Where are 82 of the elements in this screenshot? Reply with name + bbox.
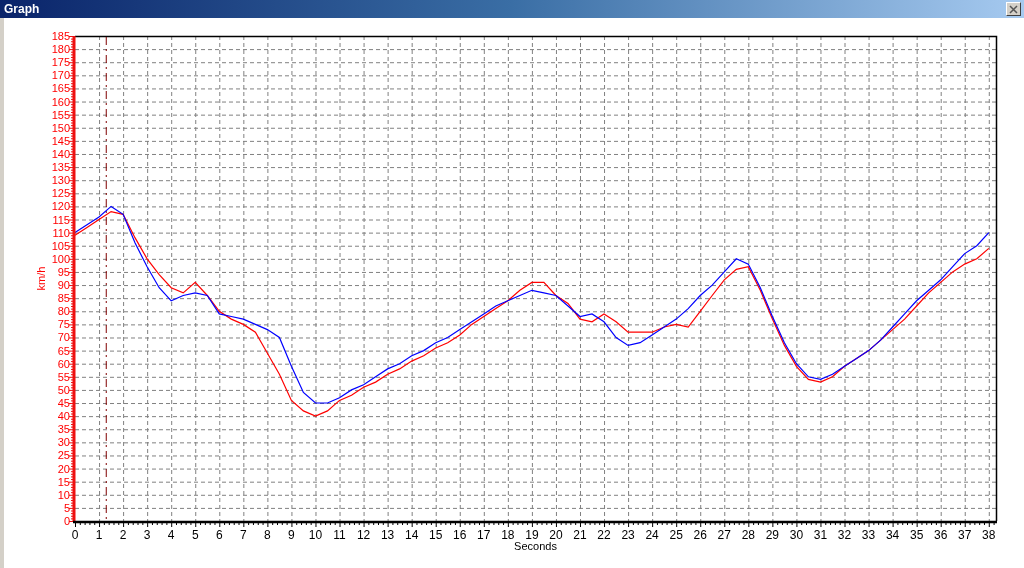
x-tick-label: 8 xyxy=(264,528,271,542)
window-title: Graph xyxy=(4,2,40,16)
x-tick-label: 17 xyxy=(477,528,491,542)
x-tick-label: 7 xyxy=(240,528,247,542)
x-tick-label: 38 xyxy=(982,528,996,542)
close-button[interactable] xyxy=(1006,2,1021,16)
y-tick-label: 135 xyxy=(51,161,70,174)
x-tick-label: 23 xyxy=(621,528,635,542)
y-tick-label: 180 xyxy=(51,43,70,56)
x-tick-label: 6 xyxy=(215,528,223,542)
y-tick-label: 60 xyxy=(57,357,70,370)
x-tick-label: 14 xyxy=(405,528,419,542)
y-tick-label: 75 xyxy=(57,318,70,331)
y-tick-label: 55 xyxy=(57,370,70,383)
y-tick-label: 175 xyxy=(51,56,70,69)
x-tick-label: 32 xyxy=(837,528,852,542)
x-tick-label: 35 xyxy=(909,528,924,542)
y-tick-label: 15 xyxy=(57,475,70,488)
x-tick-label: 3 xyxy=(143,528,151,542)
x-tick-label: 1 xyxy=(95,528,103,542)
y-tick-label: 105 xyxy=(51,239,70,252)
x-tick-label: 2 xyxy=(119,528,127,542)
y-tick-label: 70 xyxy=(57,331,70,344)
x-tick-label: 30 xyxy=(789,528,804,542)
x-tick-label: 16 xyxy=(453,528,467,542)
y-tick-label: 80 xyxy=(57,305,70,318)
x-tick-label: 33 xyxy=(861,528,876,542)
y-tick-label: 120 xyxy=(51,200,70,213)
y-tick-label: 25 xyxy=(57,449,70,462)
y-tick-label: 45 xyxy=(57,397,70,410)
y-tick-label: 160 xyxy=(51,95,70,108)
y-tick-label: 145 xyxy=(51,134,70,147)
y-tick-label: 140 xyxy=(51,147,70,160)
y-tick-label: 170 xyxy=(51,69,70,82)
x-tick-label: 10 xyxy=(308,528,323,542)
x-tick-label: 26 xyxy=(693,528,707,542)
y-tick-label: 90 xyxy=(57,279,70,292)
x-tick-label: 28 xyxy=(741,528,755,542)
x-tick-label: 9 xyxy=(288,528,295,542)
x-tick-label: 4 xyxy=(167,528,175,542)
x-tick-label: 5 xyxy=(191,528,199,542)
y-tick-label: 40 xyxy=(57,410,70,423)
y-tick-label: 130 xyxy=(51,174,70,187)
y-tick-label: 85 xyxy=(57,292,70,305)
y-tick-label: 5 xyxy=(63,501,70,514)
y-tick-label: 65 xyxy=(57,344,70,357)
y-tick-label: 50 xyxy=(57,383,70,396)
x-tick-label: 29 xyxy=(765,528,780,542)
y-tick-label: 165 xyxy=(51,82,70,95)
y-tick-label: 110 xyxy=(52,226,70,239)
x-tick-label: 20 xyxy=(549,528,563,542)
y-tick-label: 20 xyxy=(57,462,70,475)
y-tick-label: 115 xyxy=(52,213,70,226)
x-tick-label: 0 xyxy=(71,528,79,542)
y-tick-label: 35 xyxy=(57,423,70,436)
y-tick-label: 155 xyxy=(51,108,70,121)
x-tick-label: 27 xyxy=(717,528,731,542)
y-tick-label: 150 xyxy=(51,121,70,134)
y-tick-label: 0 xyxy=(63,515,70,527)
y-tick-label: 100 xyxy=(51,252,70,265)
y-tick-label: 125 xyxy=(51,187,70,200)
close-icon xyxy=(1009,4,1018,14)
axis-title: km/h xyxy=(35,266,47,291)
x-tick-label: 18 xyxy=(501,528,515,542)
x-tick-label: 25 xyxy=(669,528,683,542)
x-tick-label: 36 xyxy=(934,528,948,542)
x-tick-label: 12 xyxy=(356,528,371,542)
y-tick-label: 10 xyxy=(57,488,70,501)
x-tick-label: 15 xyxy=(429,528,443,542)
x-tick-label: 34 xyxy=(885,528,900,542)
x-tick-label: 21 xyxy=(573,528,587,542)
x-tick-label: 24 xyxy=(645,528,659,542)
y-tick-label: 185 xyxy=(51,30,70,42)
y-tick-label: 95 xyxy=(57,265,70,278)
axis-title: Seconds xyxy=(514,540,557,552)
x-tick-label: 31 xyxy=(813,528,828,542)
y-tick-label: 30 xyxy=(57,436,70,449)
x-tick-label: 11 xyxy=(333,528,346,542)
x-tick-label: 13 xyxy=(380,528,395,542)
x-tick-label: 19 xyxy=(525,528,539,542)
x-tick-label: 37 xyxy=(958,528,972,542)
x-tick-label: 22 xyxy=(597,528,611,542)
